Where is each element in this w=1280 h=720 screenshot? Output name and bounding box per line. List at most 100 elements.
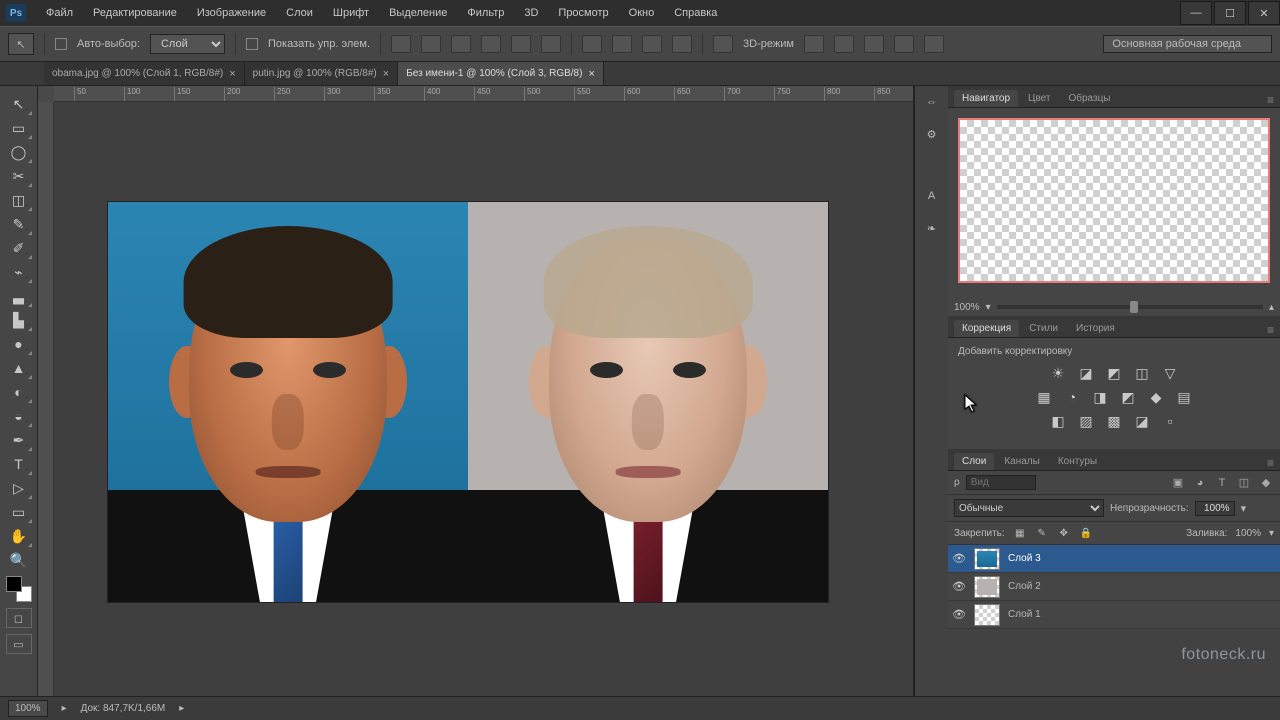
filter-shape-icon[interactable]: ◫	[1236, 476, 1252, 490]
type-tool[interactable]: T	[5, 452, 33, 476]
3d-opt-icon[interactable]	[894, 35, 914, 53]
lasso-tool[interactable]: ◯	[5, 140, 33, 164]
lock-brush-icon[interactable]: ✎	[1035, 526, 1049, 540]
filter-type-icon[interactable]: T	[1214, 476, 1230, 490]
filter-image-icon[interactable]: ▣	[1170, 476, 1186, 490]
filter-smart-icon[interactable]: ◆	[1258, 476, 1274, 490]
stamp-tool[interactable]: ▃	[5, 284, 33, 308]
document-tab[interactable]: putin.jpg @ 100% (RGB/8#) ×	[245, 62, 399, 85]
chevron-down-icon[interactable]: ▾	[1241, 502, 1247, 515]
path-tool[interactable]: ▷	[5, 476, 33, 500]
zoom-out-icon[interactable]: ▾	[986, 302, 991, 313]
curves-icon[interactable]: ◩	[1105, 365, 1123, 381]
3d-opt-icon[interactable]	[804, 35, 824, 53]
document-tab[interactable]: Без имени-1 @ 100% (Слой 3, RGB/8) ×	[398, 62, 604, 85]
tab-navigator[interactable]: Навигатор	[954, 90, 1018, 107]
selectivecolor-icon[interactable]: ▫	[1161, 413, 1179, 429]
photofilter-icon[interactable]: ◩	[1119, 389, 1137, 405]
align-icon[interactable]	[541, 35, 561, 53]
close-button[interactable]: ✕	[1248, 1, 1280, 25]
posterize-icon[interactable]: ▨	[1077, 413, 1095, 429]
levels-icon[interactable]: ◪	[1077, 365, 1095, 381]
minimize-button[interactable]: —	[1180, 1, 1212, 25]
panel-icon[interactable]: ❧	[922, 218, 942, 238]
tab-layers[interactable]: Слои	[954, 453, 994, 470]
menu-filter[interactable]: Фильтр	[457, 3, 514, 23]
layer-row[interactable]: 👁 Слой 1	[948, 601, 1280, 629]
lock-pixels-icon[interactable]: ▦	[1013, 526, 1027, 540]
tab-paths[interactable]: Контуры	[1050, 453, 1105, 470]
menu-edit[interactable]: Редактирование	[83, 3, 187, 23]
auto-select-target[interactable]: Слой	[150, 34, 225, 54]
zoom-tool[interactable]: 🔍	[5, 548, 33, 572]
blur-tool[interactable]: ◐	[5, 380, 33, 404]
panel-menu-icon[interactable]: ≡	[1267, 323, 1274, 337]
close-icon[interactable]: ×	[229, 68, 235, 80]
colorbalance-icon[interactable]: ◔	[1063, 389, 1081, 405]
history-brush-tool[interactable]: ▙	[5, 308, 33, 332]
align-icon[interactable]	[421, 35, 441, 53]
layer-row[interactable]: 👁 Слой 3	[948, 545, 1280, 573]
align-icon[interactable]	[391, 35, 411, 53]
quickmask-toggle[interactable]: ◻	[6, 608, 32, 628]
layer-thumbnail[interactable]	[974, 604, 1000, 626]
tab-history[interactable]: История	[1068, 320, 1123, 337]
status-zoom[interactable]: 100%	[8, 700, 48, 717]
panel-menu-icon[interactable]: ≡	[1267, 93, 1274, 107]
pen-tool[interactable]: ✒	[5, 428, 33, 452]
layer-thumbnail[interactable]	[974, 576, 1000, 598]
layer-name[interactable]: Слой 2	[1008, 581, 1041, 592]
shape-tool[interactable]: ▭	[5, 500, 33, 524]
auto-select-checkbox[interactable]	[55, 38, 67, 50]
chevron-down-icon[interactable]: ▾	[1269, 528, 1274, 539]
align-icon[interactable]	[511, 35, 531, 53]
3d-icon[interactable]	[713, 35, 733, 53]
channelmixer-icon[interactable]: ◆	[1147, 389, 1165, 405]
distrib-icon[interactable]	[612, 35, 632, 53]
colorlookup-icon[interactable]: ▤	[1175, 389, 1193, 405]
tab-swatches[interactable]: Образцы	[1060, 90, 1118, 107]
3d-opt-icon[interactable]	[924, 35, 944, 53]
distrib-icon[interactable]	[582, 35, 602, 53]
menu-view[interactable]: Просмотр	[548, 3, 618, 23]
layer-name[interactable]: Слой 1	[1008, 609, 1041, 620]
blend-mode-select[interactable]: Обычные	[954, 499, 1104, 517]
opacity-value[interactable]: 100%	[1195, 501, 1235, 516]
ruler-vertical[interactable]	[38, 102, 54, 696]
menu-help[interactable]: Справка	[664, 3, 727, 23]
distrib-icon[interactable]	[642, 35, 662, 53]
layer-thumbnail[interactable]	[974, 548, 1000, 570]
document-tab[interactable]: obama.jpg @ 100% (Слой 1, RGB/8#) ×	[44, 62, 245, 85]
tab-adjustments[interactable]: Коррекция	[954, 320, 1019, 337]
filter-adjust-icon[interactable]: ◕	[1192, 476, 1208, 490]
ruler-horizontal[interactable]: 50 100 150 200 250 300 350 400 450 500 5…	[54, 86, 913, 102]
menu-3d[interactable]: 3D	[514, 3, 548, 23]
canvas[interactable]	[108, 202, 828, 602]
dodge-tool[interactable]: ◒	[5, 404, 33, 428]
bw-icon[interactable]: ◨	[1091, 389, 1109, 405]
screenmode-toggle[interactable]: ▭	[6, 634, 32, 654]
hue-icon[interactable]: ▦	[1035, 389, 1053, 405]
zoom-in-icon[interactable]: ▴	[1269, 302, 1274, 313]
marquee-tool[interactable]: ▭	[5, 116, 33, 140]
visibility-icon[interactable]: 👁	[952, 552, 966, 566]
distrib-icon[interactable]	[672, 35, 692, 53]
brush-tool[interactable]: ⌁	[5, 260, 33, 284]
lock-position-icon[interactable]: ✥	[1057, 526, 1071, 540]
navigator-zoom-slider[interactable]	[997, 305, 1263, 309]
canvas-background[interactable]	[54, 102, 913, 696]
menu-layers[interactable]: Слои	[276, 3, 323, 23]
show-controls-checkbox[interactable]	[246, 38, 258, 50]
layer-row[interactable]: 👁 Слой 2	[948, 573, 1280, 601]
expand-icon[interactable]: ▸	[62, 703, 67, 714]
wand-tool[interactable]: ✂	[5, 164, 33, 188]
3d-opt-icon[interactable]	[834, 35, 854, 53]
exposure-icon[interactable]: ◫	[1133, 365, 1151, 381]
lock-all-icon[interactable]: 🔒	[1079, 526, 1093, 540]
navigator-preview[interactable]	[958, 118, 1270, 283]
close-icon[interactable]: ×	[383, 68, 389, 80]
panel-icon[interactable]: ⚙	[922, 124, 942, 144]
menu-window[interactable]: Окно	[619, 3, 665, 23]
maximize-button[interactable]: ☐	[1214, 1, 1246, 25]
tab-color[interactable]: Цвет	[1020, 90, 1058, 107]
